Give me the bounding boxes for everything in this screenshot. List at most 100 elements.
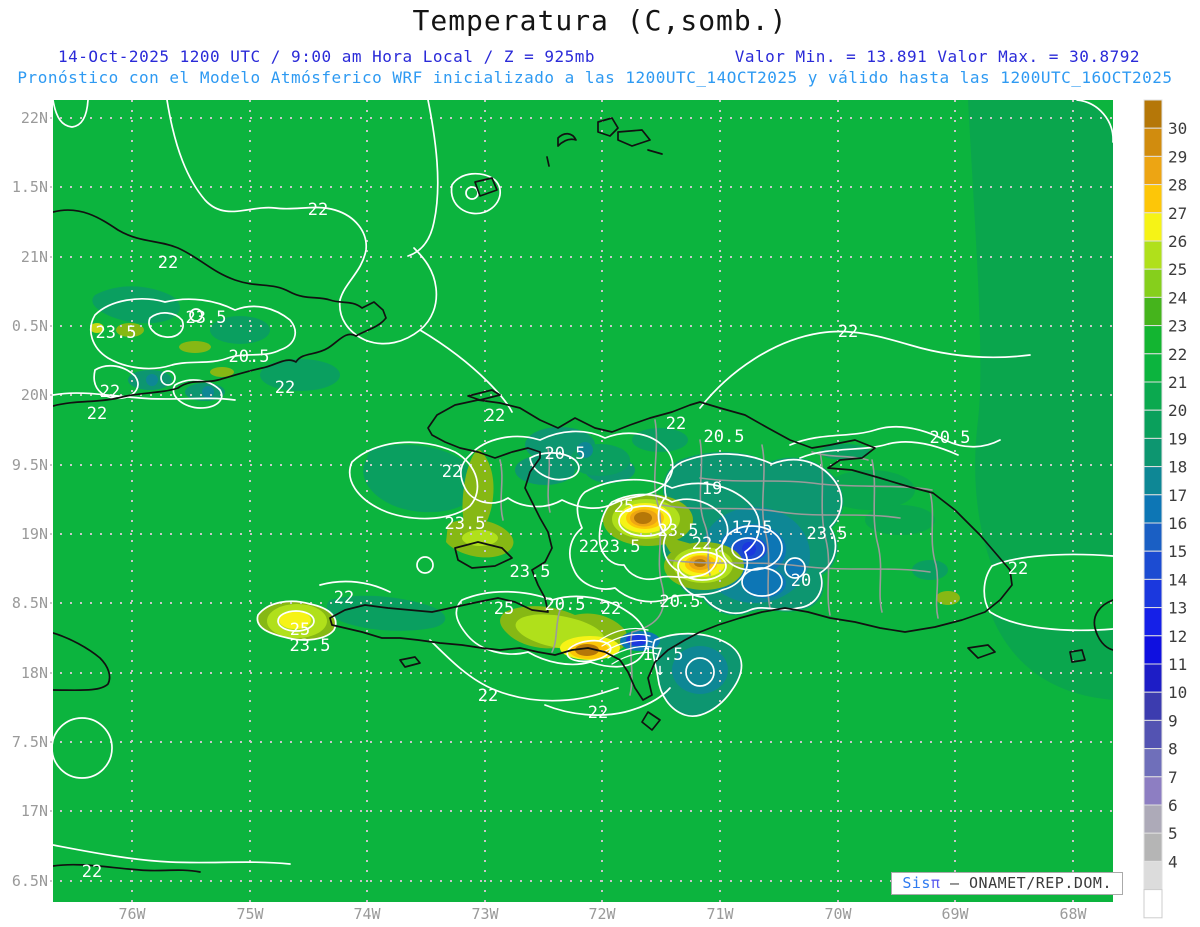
sispi-logo: Sis — [902, 874, 931, 892]
patch — [202, 386, 214, 398]
colorbar-segment — [1143, 804, 1163, 834]
colorbar-label: 20 — [1168, 401, 1187, 420]
y-tick-label: 1.5N — [12, 178, 48, 196]
contour-label: 23.5 — [807, 524, 848, 544]
colorbar-segment — [1143, 832, 1163, 862]
colorbar-label: 9 — [1168, 711, 1178, 730]
colorbar-segment — [1143, 719, 1163, 750]
colorbar-segment — [1143, 522, 1163, 552]
contour-label: 22 — [692, 534, 712, 554]
contour-label: 22 — [579, 537, 599, 557]
colorbar-segment — [1143, 494, 1163, 524]
colorbar-segment — [1143, 889, 1163, 919]
attribution-badge: Sisπ – ONAMET/REP.DOM. — [891, 872, 1123, 895]
x-tick-label: 76W — [118, 905, 146, 923]
contour-label: 22 — [158, 253, 178, 273]
contour-label: 23.5 — [600, 537, 641, 557]
colorbar-segment — [1143, 691, 1163, 721]
colorbar-segment — [1143, 381, 1163, 411]
contour-label: 23.5 — [186, 308, 227, 328]
patch — [210, 367, 234, 377]
contour-label: 23.5 — [445, 514, 486, 534]
patch — [936, 591, 960, 605]
contour-label: 22 — [666, 414, 686, 434]
colorbar-segment — [1143, 212, 1163, 242]
contour-label: 22 — [334, 588, 354, 608]
contour-label: 25 — [614, 497, 634, 517]
y-tick-label: 9.5N — [12, 456, 48, 474]
colorbar-label: 14 — [1168, 570, 1187, 589]
contour-label: 20.5 — [545, 444, 586, 464]
colorbar-segment — [1143, 663, 1163, 693]
contour-label: 22 — [485, 406, 505, 426]
colorbar-label: 26 — [1168, 232, 1187, 251]
contour-label: 20.5 — [229, 347, 270, 367]
cool-band-northeast — [968, 100, 1113, 566]
patch — [179, 341, 211, 353]
colorbar-segment — [1143, 127, 1163, 157]
colorbar-label: 11 — [1168, 655, 1187, 674]
contour-label: 23.5 — [510, 562, 551, 582]
y-tick-label: 7.5N — [12, 733, 48, 751]
attribution-text: – ONAMET/REP.DOM. — [940, 874, 1112, 892]
colorbar-segment — [1143, 409, 1163, 439]
colorbar-segment — [1143, 466, 1163, 496]
colorbar-segment — [1143, 748, 1163, 778]
y-tick-label: 18N — [21, 664, 48, 682]
x-tick-label: 72W — [588, 905, 616, 923]
colorbar-segment — [1143, 296, 1163, 327]
contour-label: 23.5 — [96, 323, 137, 343]
colorbar-label: 13 — [1168, 599, 1187, 618]
y-axis-labels: 22N 1.5N 21N 0.5N 20N 9.5N 19N 8.5N 18N 7.5N 17N 6.… — [12, 109, 48, 890]
colorbar-label: 10 — [1168, 683, 1187, 702]
contour-label: ↓ — [655, 660, 665, 680]
colorbar-label: 5 — [1168, 824, 1178, 843]
x-tick-label: 69W — [941, 905, 969, 923]
colorbar-label: 6 — [1168, 796, 1178, 815]
colorbar-segment — [1143, 437, 1163, 468]
colorbar-label: 4 — [1168, 852, 1178, 871]
y-tick-label: 17N — [21, 802, 48, 820]
contour-label: 20.5 — [545, 595, 586, 615]
contour-label: 17.5 — [732, 518, 773, 538]
colorbar-label: 27 — [1168, 204, 1187, 223]
page-title: Temperatura (C,somb.) — [412, 4, 788, 37]
colorbar-label: 16 — [1168, 514, 1187, 533]
colorbar-segment — [1143, 99, 1163, 129]
colorbar-segment — [1143, 860, 1163, 891]
colorbar-segment — [1143, 578, 1163, 609]
colorbar-label: 7 — [1168, 768, 1178, 787]
x-tick-label: 74W — [353, 905, 381, 923]
contour-label: 22 — [588, 703, 608, 723]
x-tick-label: 70W — [824, 905, 852, 923]
colorbar-segment — [1143, 240, 1163, 270]
colorbar-segment — [1143, 325, 1163, 355]
contour-label: 22 — [442, 462, 462, 482]
patch — [260, 359, 340, 391]
valid-time-text: 14-Oct-2025 1200 UTC / 9:00 am Hora Loca… — [58, 47, 596, 66]
y-tick-label: 0.5N — [12, 317, 48, 335]
contour-label: 19 — [702, 479, 722, 499]
hot-spot — [634, 512, 652, 524]
colorbar-label: 17 — [1168, 486, 1187, 505]
y-tick-label: 21N — [21, 248, 48, 266]
colorbar-segment — [1143, 635, 1163, 665]
y-tick-label: 20N — [21, 386, 48, 404]
contour-label: 22 — [478, 686, 498, 706]
x-axis-labels: 76W 75W 74W 73W 72W 71W 70W 69W 68W — [118, 905, 1087, 923]
colorbar-segment — [1143, 268, 1163, 298]
colorbar-label: 28 — [1168, 176, 1187, 195]
pi-symbol: π — [930, 874, 941, 892]
colorbar-segment — [1143, 184, 1163, 214]
x-tick-label: 75W — [236, 905, 264, 923]
contour-label: 22 — [275, 378, 295, 398]
colorbar-segment — [1143, 776, 1163, 806]
y-tick-label: 8.5N — [12, 594, 48, 612]
contour-label: 22 — [82, 862, 102, 882]
colorbar-label: 19 — [1168, 429, 1187, 448]
min-max-values-text: Valor Min. = 13.891 Valor Max. = 30.8792 — [734, 47, 1140, 66]
x-tick-label: 71W — [706, 905, 734, 923]
contour-label: 22 — [308, 200, 328, 220]
colorbar-label: 24 — [1168, 288, 1187, 307]
contour-label: 22 — [1008, 559, 1028, 579]
